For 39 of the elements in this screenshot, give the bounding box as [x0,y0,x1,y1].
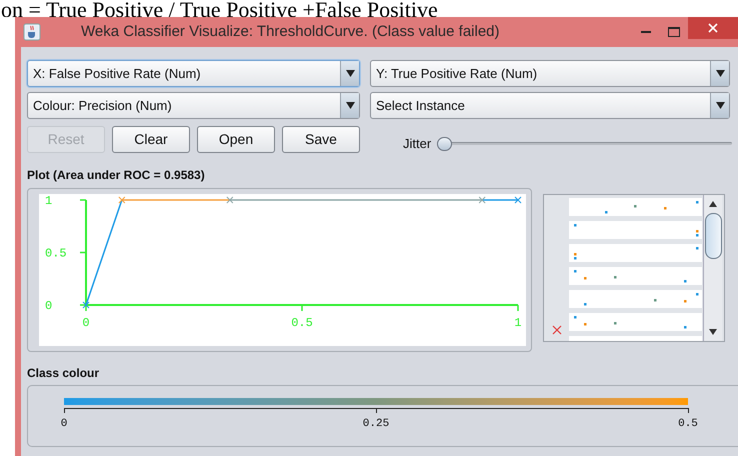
dropdown-arrow-icon [346,102,354,109]
jitter-label: Jitter [403,135,432,154]
close-button[interactable] [688,17,738,39]
plot-title: Plot (Area under ROC = 0.9583) [27,167,206,184]
java-cup-icon [23,23,41,41]
dropdown-value: Colour: Precision (Num) [32,96,173,115]
colour-tick-label: 0 [60,417,68,432]
document-caption: on = True Positive / True Positive +False Positive [0,0,439,17]
x-tick-label: 0.5 [291,316,313,330]
x-tick-label: 0 [82,316,90,330]
maximize-icon [668,27,680,37]
dropdown[interactable]: Select Instance [370,92,730,119]
dropdown[interactable]: Colour: Precision (Num) [27,92,360,119]
dropdown-arrow-icon [716,102,724,109]
dropdown-value: Y: True Positive Rate (Num) [375,64,538,83]
scroll-thumb[interactable] [704,213,722,259]
y-tick-label: 1 [45,194,52,208]
dropdown[interactable]: Y: True Positive Rate (Num) [370,60,730,87]
toolbar-button[interactable]: Clear [112,126,190,152]
dropdown-arrow-icon [716,70,724,77]
colour-tick-label: 0.25 [362,417,390,432]
dropdown[interactable]: X: False Positive Rate (Num) [27,60,360,87]
close-icon [708,23,718,33]
slider-thumb[interactable] [437,137,452,151]
minimize-icon [641,31,651,33]
y-tick-label: 0 [45,299,52,313]
class-colour-title: Class colour [27,365,100,382]
jitter-slider[interactable] [437,137,732,151]
colour-tick-label: 0.5 [678,417,698,432]
dropdown-value: Select Instance [375,96,466,115]
toolbar-button[interactable]: Open [197,126,275,152]
dropdown-arrow-icon [346,70,354,77]
cross-icon [552,325,562,335]
y-tick-label: 0.5 [45,246,67,260]
dropdown-value: X: False Positive Rate (Num) [32,64,202,83]
window-title: Weka Classifier Visualize: ThresholdCurve. (Class value failed) [81,22,500,42]
toolbar-button[interactable]: Save [282,126,360,152]
scrollbar[interactable] [703,195,722,341]
x-tick-label: 1 [514,316,522,330]
